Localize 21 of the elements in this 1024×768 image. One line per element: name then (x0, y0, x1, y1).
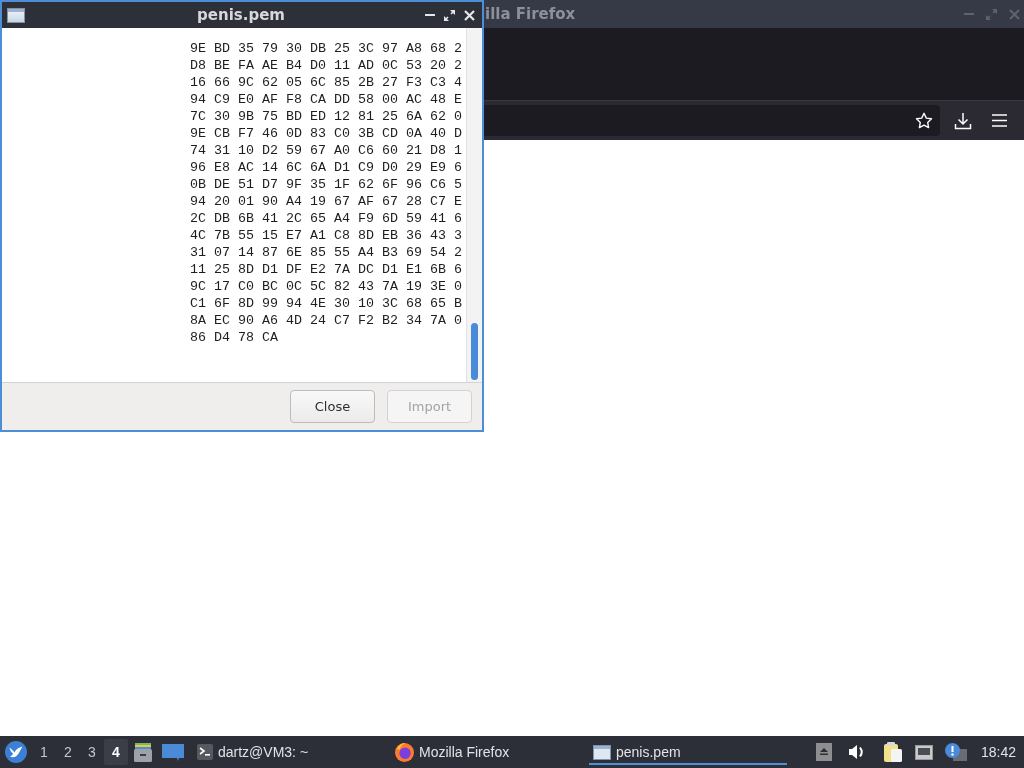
hex-line: C1 6F 8D 99 94 4E 30 10 3C 68 65 B (190, 295, 462, 312)
hex-line: 8A EC 90 A6 4D 24 C7 F2 B2 34 7A 0 (190, 312, 462, 329)
window-title: penis.pem (197, 5, 285, 25)
hex-line: D8 BE FA AE B4 D0 11 AD 0C 53 20 2 (190, 57, 462, 74)
hex-line: 16 66 9C 62 05 6C 85 2B 27 F3 C3 4 (190, 74, 462, 91)
hex-line: 7C 30 9B 75 BD ED 12 81 25 6A 62 0 (190, 108, 462, 125)
hex-line: 11 25 8D D1 DF E2 7A DC D1 E1 6B 6 (190, 261, 462, 278)
hex-line: 4C 7B 55 15 E7 A1 C8 8D EB 36 43 3 (190, 227, 462, 244)
hex-line: 0B DE 51 D7 9F 35 1F 62 6F 96 C6 5 (190, 176, 462, 193)
hex-line: 86 D4 78 CA (190, 329, 278, 346)
clock: 18:42 (980, 742, 1016, 762)
hex-line: 74 31 10 D2 59 67 A0 C6 60 21 D8 1 (190, 142, 462, 159)
window-title: illa Firefox (485, 4, 576, 24)
hex-line: 94 20 01 90 A4 19 67 AF 67 28 C7 E (190, 193, 462, 210)
hex-line: 94 C9 E0 AF F8 CA DD 58 00 AC 48 E (190, 91, 462, 108)
hex-line: 9C 17 C0 BC 0C 5C 82 43 7A 19 3E 0 (190, 278, 462, 295)
hex-line: 96 E8 AC 14 6C 6A D1 C9 D0 29 E9 6 (190, 159, 462, 176)
hex-line: 31 07 14 87 6E 85 55 A4 B3 69 54 2 (190, 244, 462, 261)
hex-line: 9E CB F7 46 0D 83 C0 3B CD 0A 40 D (190, 125, 462, 142)
hex-line: 9E BD 35 79 30 DB 25 3C 97 A8 68 2 (190, 40, 462, 57)
hex-line: 2C DB 6B 41 2C 65 A4 F9 6D 59 41 6 (190, 210, 462, 227)
